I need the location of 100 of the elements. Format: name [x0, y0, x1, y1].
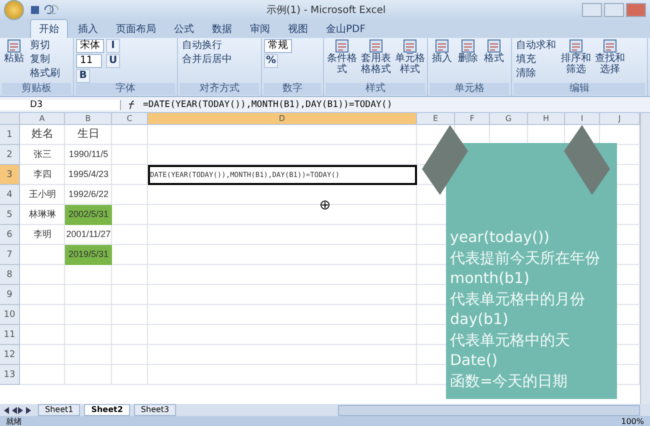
row-header[interactable]: 4 [0, 185, 20, 205]
ribbon-button[interactable]: 剪切 [28, 39, 52, 52]
ribbon-button[interactable]: 排序和筛选 [560, 39, 592, 83]
tool-icon [7, 39, 21, 53]
sheet-tab[interactable]: Sheet2 [84, 404, 130, 416]
group-label: 单元格 [430, 83, 509, 95]
ribbon-button[interactable]: 自动换行 [180, 39, 224, 52]
close-button[interactable] [626, 3, 646, 17]
table-cell-text: 王小明 [28, 188, 57, 201]
table-cell-text: 李四 [32, 168, 52, 181]
group-label: 编辑 [514, 83, 645, 95]
ribbon-button[interactable]: 清除 [514, 67, 538, 80]
function-icon[interactable] [127, 100, 137, 110]
ribbon-dropdown[interactable]: 宋体 [76, 39, 104, 53]
row-header[interactable]: 3 [0, 165, 20, 185]
row-header[interactable]: 6 [0, 225, 20, 245]
ribbon-button[interactable]: 自动求和 [514, 39, 558, 52]
table-cell-text: 1992/6/22 [67, 188, 110, 201]
ribbon-button[interactable]: 条件格式 [326, 39, 358, 83]
row-header[interactable]: 7 [0, 245, 20, 265]
ribbon-tab[interactable]: 插入 [70, 20, 106, 38]
table-cell-text: 林琳琳 [28, 208, 57, 221]
ribbon-button[interactable]: 查找和选择 [594, 39, 626, 83]
format-button[interactable]: B [76, 69, 90, 83]
row-header[interactable]: 9 [0, 285, 20, 305]
ribbon-tab[interactable]: 开始 [30, 19, 68, 38]
row-header[interactable]: 13 [0, 365, 20, 385]
note-text: month(b1) [450, 268, 530, 288]
vertical-scrollbar[interactable] [640, 113, 650, 404]
tool-icon [435, 39, 449, 53]
ribbon-tab[interactable]: 公式 [166, 20, 202, 38]
column-header[interactable]: H [528, 113, 565, 125]
group-label: 对齐方式 [180, 83, 259, 95]
ribbon-tab[interactable]: 金山PDF [318, 20, 374, 38]
note-text: 函数=今天的日期 [450, 370, 569, 391]
column-header[interactable]: B [65, 113, 112, 125]
ribbon-button[interactable]: 插入 [430, 39, 454, 83]
ribbon-dropdown[interactable]: 11 [76, 54, 102, 68]
column-header[interactable]: C [112, 113, 148, 125]
row-header[interactable]: 11 [0, 325, 20, 345]
column-header[interactable]: D [148, 113, 417, 125]
note-text: day(b1) [450, 309, 510, 330]
ribbon-tab[interactable]: 视图 [280, 20, 316, 38]
ribbon-button[interactable]: 填充 [514, 53, 538, 66]
ribbon-button[interactable]: 复制 [28, 53, 52, 66]
sheet-tab[interactable]: Sheet3 [134, 404, 176, 416]
column-header[interactable]: E [417, 113, 455, 125]
window-title: 示例(1) - Microsoft Excel [265, 4, 387, 17]
table-cell-text: 李明 [32, 228, 52, 241]
minimize-button[interactable] [582, 3, 602, 17]
format-button[interactable]: I [106, 39, 120, 53]
horizontal-scrollbar[interactable] [338, 404, 640, 416]
formula-field[interactable]: =DATE(YEAR(TODAY()),MONTH(B1),DAY(B1))=TODAY() [143, 100, 392, 110]
format-button[interactable]: % [264, 54, 278, 68]
row-header[interactable]: 8 [0, 265, 20, 285]
group-label: 剪贴板 [2, 83, 71, 95]
row-header[interactable]: 10 [0, 305, 20, 325]
ribbon-tab[interactable]: 审阅 [242, 20, 278, 38]
column-header[interactable]: J [600, 113, 640, 125]
ribbon-dropdown[interactable]: 常规 [264, 39, 292, 53]
maximize-button[interactable] [604, 3, 624, 17]
ribbon-button[interactable]: 合并后居中 [180, 53, 234, 66]
note-text: year(today()) [450, 227, 551, 248]
tool-icon [603, 39, 617, 53]
select-all-button[interactable] [0, 113, 20, 125]
note-text: 代表单元格中的月份 [450, 288, 586, 309]
table-cell-text: 张三 [32, 148, 52, 161]
tool-icon [461, 39, 475, 53]
ribbon-tab[interactable]: 页面布局 [108, 20, 164, 38]
table-cell-text: 1990/11/5 [68, 148, 110, 161]
column-header[interactable]: G [490, 113, 528, 125]
group-label: 字体 [76, 83, 175, 95]
note-text: Date() [450, 350, 499, 370]
table-cell-text: 1995/4/23 [67, 168, 110, 181]
column-header[interactable]: I [565, 113, 600, 125]
ribbon-button[interactable]: 单元格样式 [394, 39, 425, 83]
ribbon-button[interactable]: 格式刷 [28, 67, 62, 80]
format-button[interactable]: U [106, 54, 120, 68]
ribbon-button[interactable]: 格式 [482, 39, 506, 83]
column-header[interactable]: A [20, 113, 65, 125]
ribbon-tab[interactable]: 数据 [204, 20, 240, 38]
row-header[interactable]: 2 [0, 145, 20, 165]
ribbon-button[interactable]: 粘贴 [2, 39, 26, 83]
name-box[interactable]: D3 [0, 100, 121, 110]
row-header[interactable]: 5 [0, 205, 20, 225]
row-header[interactable]: 1 [0, 125, 20, 145]
row-header[interactable]: 12 [0, 345, 20, 365]
column-header[interactable]: F [455, 113, 490, 125]
note-text: 代表提前今天所在年份 [450, 248, 601, 268]
table-cell: 2019/5/31 [65, 245, 112, 265]
ribbon-button[interactable]: 套用表格格式 [360, 39, 392, 83]
sheet-tab[interactable]: Sheet1 [38, 404, 80, 416]
table-cell-text: 2001/11/27 [65, 228, 112, 241]
table-cell: 2002/5/31 [65, 205, 112, 225]
tool-icon [569, 39, 583, 53]
office-button[interactable] [4, 0, 24, 20]
status-text: 就绪 [6, 416, 22, 426]
ribbon-button[interactable]: 删除 [456, 39, 480, 83]
tool-icon [335, 39, 349, 53]
note-text: 代表单元格中的天 [450, 330, 571, 350]
